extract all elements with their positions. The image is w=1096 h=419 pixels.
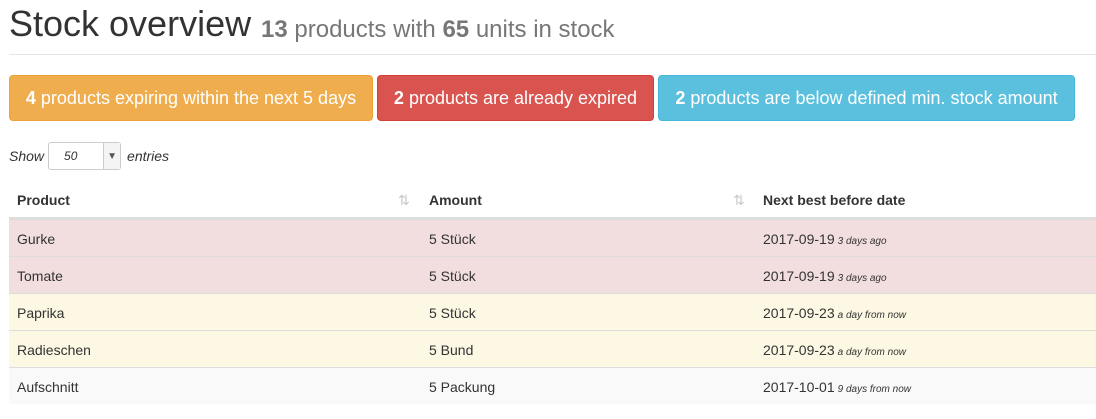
table-row: Tomate 5 Stück 2017-09-19 3 days ago — [9, 256, 1096, 293]
best-before-cell: 2017-10-01 9 days from now — [763, 379, 911, 395]
expiring-count: 4 — [25, 87, 36, 108]
expired-count: 2 — [393, 87, 404, 108]
amount-cell: 5 Packung — [429, 379, 496, 395]
amount-cell: 5 Bund — [429, 342, 474, 358]
column-header-amount[interactable]: Amount — [429, 192, 482, 208]
amount-cell: 5 Stück — [429, 231, 476, 247]
show-label: Show — [9, 148, 45, 164]
page-title: Stock overview — [9, 3, 252, 44]
product-cell: Gurke — [17, 231, 56, 247]
below-min-count: 2 — [675, 87, 686, 108]
relative-time: 3 days ago — [837, 236, 887, 247]
best-before-cell: 2017-09-23 a day from now — [763, 342, 906, 358]
best-before-date: 2017-09-19 — [763, 231, 835, 247]
product-count: 13 — [261, 16, 288, 43]
relative-time: a day from now — [837, 310, 906, 321]
page-header: Stock overview 13 products with 65 units… — [9, 0, 1096, 55]
best-before-date: 2017-10-01 — [763, 379, 835, 395]
best-before-date: 2017-09-19 — [763, 268, 835, 284]
product-cell: Radieschen — [17, 342, 91, 358]
relative-time: a day from now — [837, 347, 906, 358]
subtitle-text-units: units in stock — [475, 16, 615, 43]
table-header: Product ⇅ Amount ⇅ Next best before date — [9, 182, 1096, 219]
product-cell: Aufschnitt — [17, 379, 79, 395]
expiring-soon-button[interactable]: 4 products expiring within the next 5 da… — [9, 75, 373, 121]
relative-time: 9 days from now — [837, 384, 911, 395]
table-row: Gurke 5 Stück 2017-09-19 3 days ago — [9, 219, 1096, 256]
chevron-down-icon: ▼ — [103, 143, 121, 169]
entries-select[interactable]: 50 ▼ — [48, 142, 122, 170]
product-cell: Tomate — [17, 268, 63, 284]
entries-length-control: Show 50 ▼ entries — [9, 141, 169, 171]
best-before-cell: 2017-09-19 3 days ago — [763, 268, 887, 284]
stock-overview-page: Stock overview 13 products with 65 units… — [0, 0, 1096, 419]
expired-text: products are already expired — [408, 87, 638, 108]
subtitle-text-products: products with — [294, 16, 436, 43]
sort-icon[interactable]: ⇅ — [733, 192, 745, 209]
unit-count: 65 — [442, 16, 470, 43]
column-header-best-before[interactable]: Next best before date — [763, 192, 905, 208]
column-header-product[interactable]: Product — [17, 192, 70, 208]
best-before-date: 2017-09-23 — [763, 342, 835, 358]
table-row: Radieschen 5 Bund 2017-09-23 a day from n… — [9, 330, 1096, 367]
product-cell: Paprika — [17, 305, 65, 321]
expiring-text: products expiring within the next 5 days — [40, 87, 357, 108]
page-subtitle: 13 products with 65 units in stock — [261, 16, 615, 44]
below-min-text: products are below defined min. stock am… — [690, 87, 1058, 108]
entries-label: entries — [127, 148, 170, 164]
table-row: Paprika 5 Stück 2017-09-23 a day from now — [9, 293, 1096, 330]
expired-button[interactable]: 2 products are already expired — [377, 75, 654, 121]
below-min-stock-button[interactable]: 2 products are below defined min. stock … — [658, 75, 1075, 121]
best-before-cell: 2017-09-19 3 days ago — [763, 231, 887, 247]
best-before-cell: 2017-09-23 a day from now — [763, 305, 906, 321]
sort-icon[interactable]: ⇅ — [398, 192, 410, 209]
relative-time: 3 days ago — [837, 273, 887, 284]
best-before-date: 2017-09-23 — [763, 305, 835, 321]
entries-select-value: 50 — [64, 149, 78, 163]
amount-cell: 5 Stück — [429, 268, 476, 284]
amount-cell: 5 Stück — [429, 305, 476, 321]
table-row: Aufschnitt 5 Packung 2017-10-01 9 days fr… — [9, 367, 1096, 404]
